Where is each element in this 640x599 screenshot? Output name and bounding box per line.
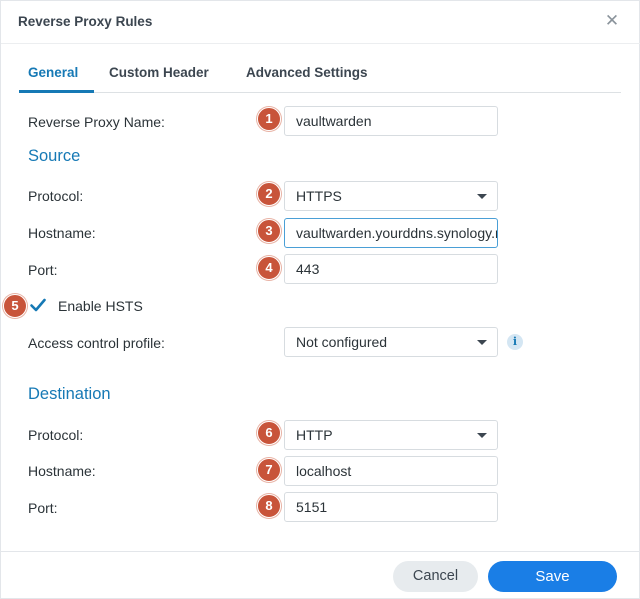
proxy-name-input[interactable]: vaultwarden [284,106,498,136]
source-heading: Source [28,147,81,165]
hsts-label: Enable HSTS [58,298,143,314]
tab-advanced-settings[interactable]: Advanced Settings [246,65,368,80]
close-icon[interactable]: ✕ [603,12,621,30]
chevron-down-icon [477,340,487,345]
chevron-down-icon [477,433,487,438]
step-badge-1: 1 [257,107,281,131]
source-hostname-input[interactable]: vaultwarden.yourddns.synology.me [284,218,498,248]
step-badge-3: 3 [257,219,281,243]
step-badge-8: 8 [257,494,281,518]
source-hostname-label: Hostname: [28,225,96,241]
source-protocol-value: HTTPS [296,188,342,204]
title-divider [1,43,640,44]
access-control-value: Not configured [296,334,388,350]
step-badge-4: 4 [257,256,281,280]
tab-divider [19,92,621,93]
proxy-name-label: Reverse Proxy Name: [28,114,165,130]
source-protocol-label: Protocol: [28,188,84,204]
source-port-input[interactable]: 443 [284,254,498,284]
cancel-button[interactable]: Cancel [393,561,478,592]
destination-protocol-select[interactable]: HTTP [284,420,498,450]
step-badge-6: 6 [257,421,281,445]
source-protocol-select[interactable]: HTTPS [284,181,498,211]
save-button[interactable]: Save [488,561,617,592]
destination-heading: Destination [28,385,111,403]
destination-protocol-label: Protocol: [28,427,84,443]
destination-protocol-value: HTTP [296,427,333,443]
tab-active-indicator [19,90,94,93]
tab-general[interactable]: General [28,65,78,80]
hsts-checkbox[interactable] [29,296,47,314]
destination-hostname-input[interactable]: localhost [284,456,498,486]
source-port-label: Port: [28,262,58,278]
step-badge-5: 5 [3,294,27,318]
step-badge-7: 7 [257,458,281,482]
footer-divider [1,551,640,552]
step-badge-2: 2 [257,182,281,206]
access-control-label: Access control profile: [28,335,165,351]
access-control-select[interactable]: Not configured [284,327,498,357]
dialog-title: Reverse Proxy Rules [18,14,153,29]
destination-hostname-label: Hostname: [28,463,96,479]
checkmark-icon [30,298,46,312]
destination-port-input[interactable]: 5151 [284,492,498,522]
tab-custom-header[interactable]: Custom Header [109,65,209,80]
reverse-proxy-dialog: Reverse Proxy Rules ✕ General Custom Hea… [0,0,640,599]
destination-port-label: Port: [28,500,58,516]
info-icon[interactable]: i [507,334,523,350]
chevron-down-icon [477,194,487,199]
